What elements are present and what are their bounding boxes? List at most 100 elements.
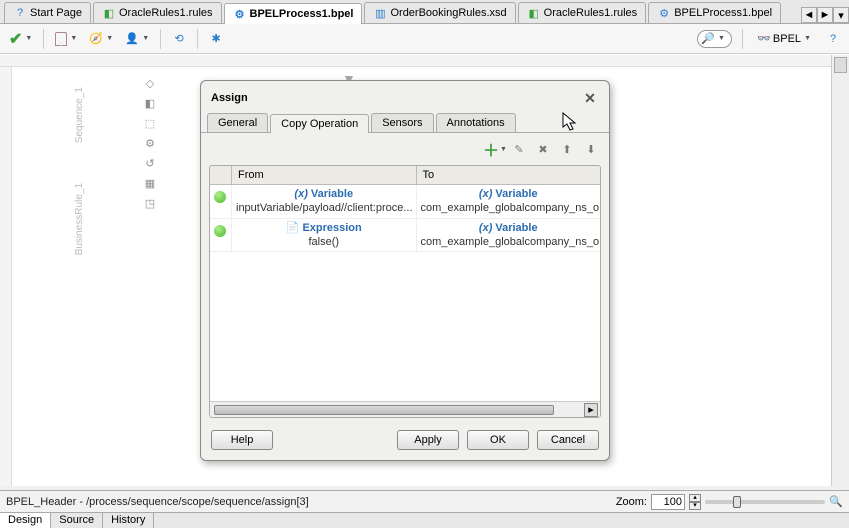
ruler-top <box>0 55 849 67</box>
tab-design[interactable]: Design <box>0 513 51 528</box>
scroll-right-button[interactable]: ▸ <box>584 403 598 417</box>
refresh-icon: ⟲ <box>172 32 186 46</box>
table-row[interactable]: (x) Variable inputVariable/payload//clie… <box>210 185 600 219</box>
variable-icon: (x) <box>294 187 307 201</box>
column-to[interactable]: To <box>417 166 601 184</box>
activity-icon[interactable]: ↺ <box>142 155 158 171</box>
view-mode-label: BPEL <box>773 33 801 45</box>
apply-button[interactable]: Apply <box>397 430 459 450</box>
zoom-down-button[interactable]: ▾ <box>689 502 701 510</box>
tab-bpel-process-1[interactable]: ⚙ BPELProcess1.bpel <box>224 3 363 24</box>
cancel-button[interactable]: Cancel <box>537 430 599 450</box>
tab-label: OracleRules1.rules <box>119 7 213 19</box>
help-button[interactable]: Help <box>211 430 273 450</box>
activity-icon[interactable]: ◇ <box>142 75 158 91</box>
chevron-down-icon: ▼ <box>142 35 149 42</box>
tab-nav-next[interactable]: ► <box>817 7 833 23</box>
to-type: Variable <box>495 187 537 201</box>
activity-icon[interactable]: ▦ <box>142 175 158 191</box>
zoom-fit-icon[interactable]: 🔍 <box>829 495 843 509</box>
to-type: Variable <box>495 221 537 235</box>
palette-icons: ◇ ◧ ⬚ ⚙ ↺ ▦ ◳ <box>142 75 158 211</box>
help-button[interactable]: ? <box>823 30 843 48</box>
add-button[interactable]: ＋▼ <box>485 139 505 159</box>
sequence-labels: Sequence_1 BusinessRule_1 <box>72 67 86 486</box>
tab-label: OrderBookingRules.xsd <box>390 7 506 19</box>
from-value: inputVariable/payload//client:proce... <box>236 201 412 215</box>
rules-icon: ◧ <box>527 6 541 20</box>
tab-label: Start Page <box>30 7 82 19</box>
tab-nav-prev[interactable]: ◄ <box>801 7 817 23</box>
variable-icon: (x) <box>479 221 492 235</box>
horizontal-scrollbar[interactable]: ▸ <box>210 401 600 417</box>
tab-history[interactable]: History <box>103 513 154 528</box>
arrow-up-icon: ⬆ <box>562 143 571 156</box>
dialog-toolbar: ＋▼ ✎ ✖ ⬆ ⬇ <box>201 133 609 165</box>
tab-label: BPELProcess1.bpel <box>674 7 772 19</box>
editor-tabs: ? Start Page ◧ OracleRules1.rules ⚙ BPEL… <box>0 0 849 24</box>
search-field[interactable]: 🔎 ▼ <box>697 30 732 48</box>
activity-icon[interactable]: ◧ <box>142 95 158 111</box>
validate-button[interactable]: ✔▼ <box>6 27 35 51</box>
bookmark-button[interactable]: ▼ <box>52 30 80 48</box>
from-value: false() <box>236 235 412 249</box>
compass-icon: 🧭 <box>89 32 103 46</box>
refresh-button[interactable]: ⟲ <box>169 30 189 48</box>
activity-icon[interactable]: ⚙ <box>142 135 158 151</box>
move-up-button[interactable]: ⬆ <box>557 139 577 159</box>
tab-copy-operation[interactable]: Copy Operation <box>270 114 369 133</box>
table-row[interactable]: 📄 Expression false() (x) Variable com_ex… <box>210 219 600 253</box>
tab-general[interactable]: General <box>207 113 268 132</box>
view-mode-dropdown[interactable]: 👓 BPEL ▼ <box>753 30 815 48</box>
tab-start-page[interactable]: ? Start Page <box>4 2 91 23</box>
dialog-tabs: General Copy Operation Sensors Annotatio… <box>201 111 609 133</box>
variables-button[interactable]: ✱ <box>206 30 226 48</box>
tab-oracle-rules-1[interactable]: ◧ OracleRules1.rules <box>93 2 222 23</box>
status-ok-icon <box>214 225 226 237</box>
user-button[interactable]: 👤▼ <box>122 30 152 48</box>
expression-icon: 📄 <box>286 221 300 235</box>
column-status[interactable] <box>210 166 232 184</box>
tab-sensors[interactable]: Sensors <box>371 113 433 132</box>
tab-source[interactable]: Source <box>51 513 103 528</box>
separator <box>742 29 743 49</box>
help-icon: ? <box>826 32 840 46</box>
status-ok-icon <box>214 191 226 203</box>
move-down-button[interactable]: ⬇ <box>581 139 601 159</box>
column-from[interactable]: From <box>232 166 417 184</box>
tab-bpel-process-1b[interactable]: ⚙ BPELProcess1.bpel <box>648 2 781 23</box>
zoom-input[interactable] <box>651 494 685 510</box>
ok-button[interactable]: OK <box>467 430 529 450</box>
plus-icon: ＋ <box>483 137 499 161</box>
from-type: Expression <box>302 221 361 235</box>
activity-icon[interactable]: ⬚ <box>142 115 158 131</box>
chevron-down-icon: ▼ <box>718 35 725 42</box>
sequence-label: Sequence_1 <box>74 87 85 143</box>
delete-button[interactable]: ✖ <box>533 139 553 159</box>
zoom-up-button[interactable]: ▴ <box>689 494 701 502</box>
tab-oracle-rules-1b[interactable]: ◧ OracleRules1.rules <box>518 2 647 23</box>
zoom-slider[interactable] <box>705 500 825 504</box>
status-path: BPEL_Header - /process/sequence/scope/se… <box>6 496 309 508</box>
vertical-scrollbar[interactable] <box>831 55 849 486</box>
tab-annotations[interactable]: Annotations <box>436 113 516 132</box>
binoculars-icon: 🔎 <box>701 32 715 46</box>
to-value: com_example_globalcompany_ns_o <box>421 201 597 215</box>
activity-icon[interactable]: ◳ <box>142 195 158 211</box>
pencil-icon: ✎ <box>514 143 523 156</box>
xsd-icon: ▥ <box>373 6 387 20</box>
zoom-label: Zoom: <box>616 496 647 508</box>
check-icon: ✔ <box>9 29 22 49</box>
separator <box>43 29 44 49</box>
separator <box>197 29 198 49</box>
tab-label: OracleRules1.rules <box>544 7 638 19</box>
tab-list[interactable]: ▾ <box>833 7 849 23</box>
bpel-icon: ⚙ <box>233 7 247 21</box>
variable-icon: (x) <box>479 187 492 201</box>
edit-button[interactable]: ✎ <box>509 139 529 159</box>
tab-order-booking-rules[interactable]: ▥ OrderBookingRules.xsd <box>364 2 515 23</box>
filter-button[interactable]: 🧭▼ <box>86 30 116 48</box>
bpel-icon: ⚙ <box>657 6 671 20</box>
editor-bottom-tabs: Design Source History <box>0 512 849 528</box>
close-button[interactable]: ✕ <box>581 89 599 107</box>
